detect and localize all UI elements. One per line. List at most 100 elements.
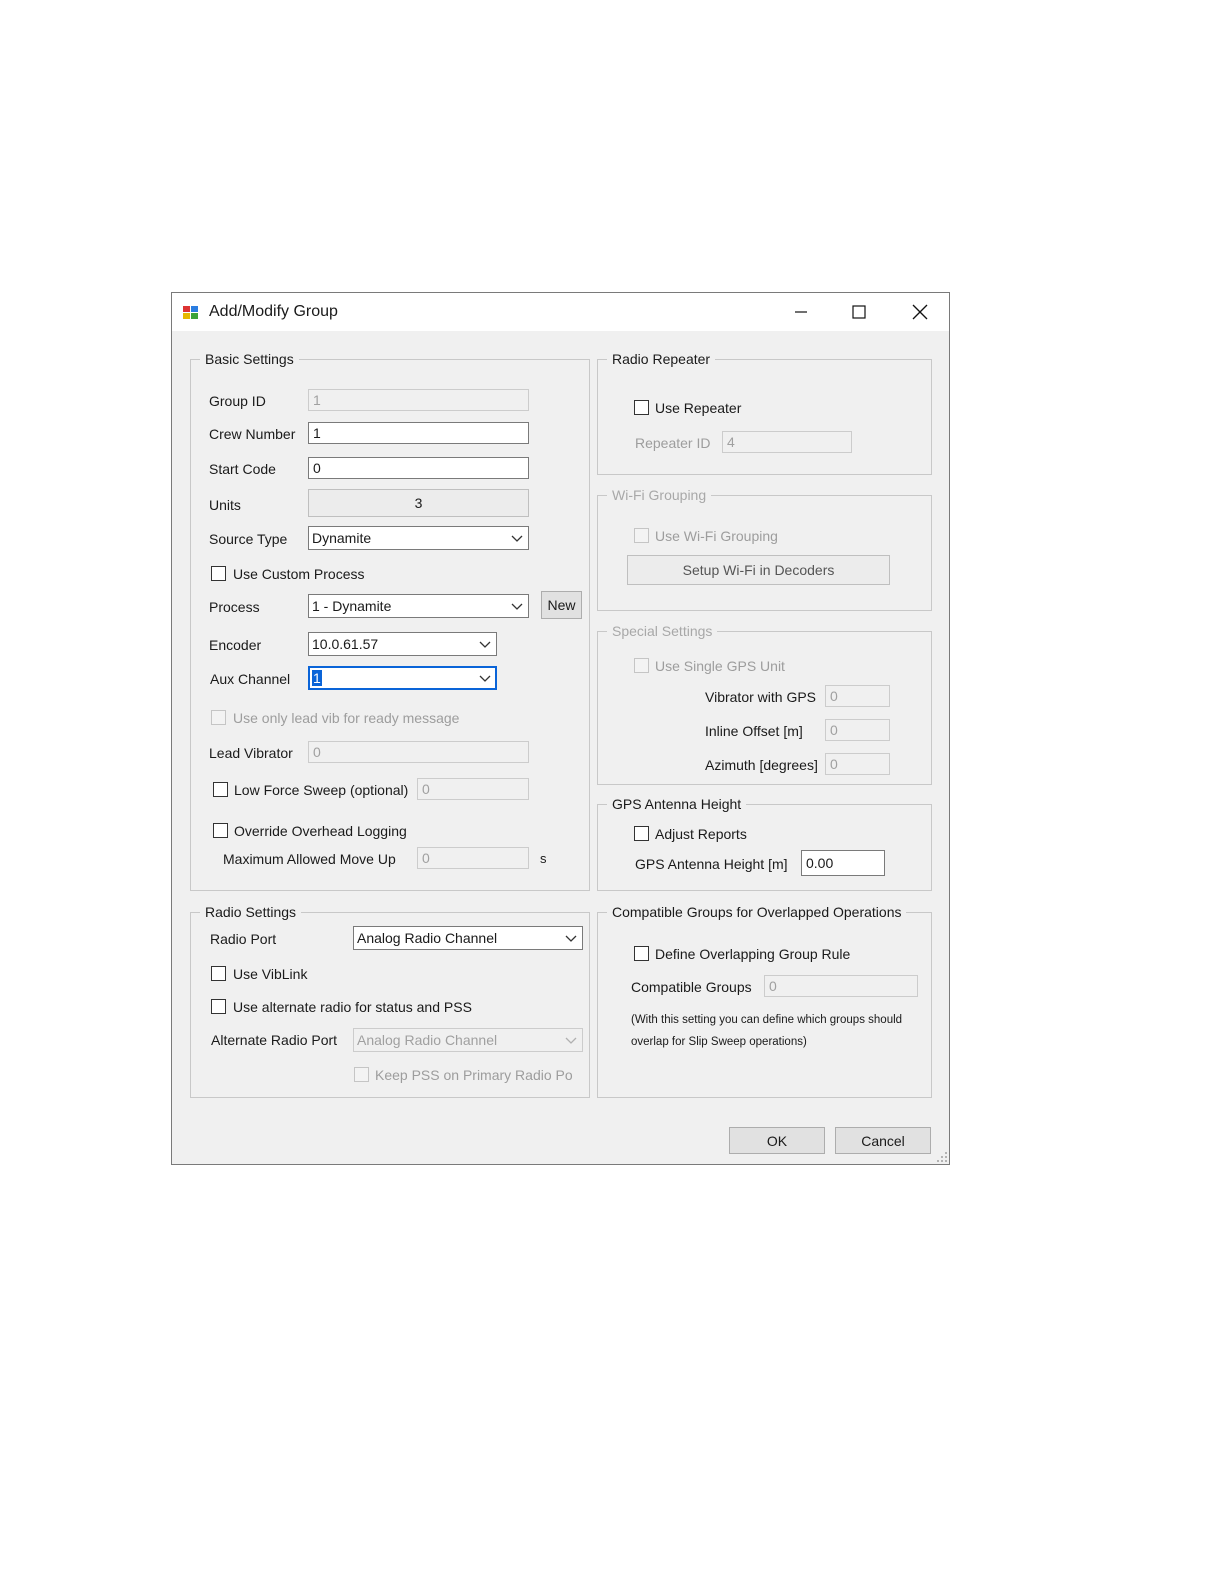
lead-vibrator-field[interactable]: 0 [308, 741, 529, 763]
repeater-id-label: Repeater ID [635, 435, 711, 451]
maximize-icon [852, 305, 866, 319]
chevron-down-icon [511, 603, 523, 610]
process-label: Process [209, 599, 260, 615]
special-settings-legend: Special Settings [612, 623, 713, 639]
compatible-groups-legend: Compatible Groups for Overlapped Operati… [612, 904, 902, 920]
radio-settings-legend: Radio Settings [205, 904, 297, 920]
title-bar: Add/Modify Group [172, 293, 949, 331]
use-repeater-checkbox[interactable] [634, 400, 649, 415]
use-alternate-radio-checkbox[interactable] [211, 999, 226, 1014]
source-type-label: Source Type [209, 531, 288, 547]
app-icon [183, 306, 198, 319]
chevron-down-icon [511, 535, 523, 542]
gps-antenna-legend: GPS Antenna Height [612, 796, 742, 812]
use-single-gps-label: Use Single GPS Unit [655, 658, 785, 674]
source-type-combo[interactable]: Dynamite [308, 526, 529, 550]
start-code-field[interactable]: 0 [308, 457, 529, 479]
gps-antenna-group: GPS Antenna Height [597, 796, 932, 891]
keep-pss-checkbox[interactable] [354, 1067, 369, 1082]
low-force-sweep-checkbox[interactable] [213, 782, 228, 797]
use-wifi-grouping-label: Use Wi-Fi Grouping [655, 528, 778, 544]
source-type-value: Dynamite [312, 530, 372, 546]
aux-channel-label: Aux Channel [210, 671, 291, 687]
use-single-gps-checkbox[interactable] [634, 658, 649, 673]
chevron-down-icon [479, 641, 491, 648]
close-button[interactable] [897, 295, 943, 329]
ok-button[interactable]: OK [729, 1127, 825, 1154]
process-value: 1 - Dynamite [312, 598, 392, 614]
radio-port-combo[interactable]: Analog Radio Channel [353, 926, 583, 950]
use-viblink-label: Use VibLink [233, 966, 308, 982]
alternate-radio-port-value: Analog Radio Channel [357, 1032, 498, 1048]
azimuth-field[interactable]: 0 [825, 753, 890, 775]
new-process-button[interactable]: New [541, 591, 582, 619]
adjust-reports-label: Adjust Reports [655, 826, 747, 842]
add-modify-group-dialog: Add/Modify Group Basic Settings Group ID… [171, 292, 950, 1165]
aux-channel-value: 1 [312, 670, 322, 686]
max-move-up-label: Maximum Allowed Move Up [223, 851, 396, 867]
use-custom-process-checkbox[interactable] [211, 566, 226, 581]
close-icon [912, 304, 928, 320]
adjust-reports-checkbox[interactable] [634, 826, 649, 841]
use-viblink-checkbox[interactable] [211, 966, 226, 981]
define-overlapping-rule-checkbox[interactable] [634, 946, 649, 961]
basic-settings-legend: Basic Settings [205, 351, 294, 367]
minimize-icon [795, 311, 807, 313]
radio-repeater-legend: Radio Repeater [612, 351, 711, 367]
encoder-value: 10.0.61.57 [312, 636, 379, 652]
use-lead-vib-checkbox[interactable] [211, 710, 226, 725]
low-force-sweep-label: Low Force Sweep (optional) [234, 782, 409, 798]
group-id-label: Group ID [209, 393, 266, 409]
inline-offset-field[interactable]: 0 [825, 719, 890, 741]
compatible-groups-label: Compatible Groups [631, 979, 752, 995]
group-id-field[interactable]: 1 [308, 389, 529, 411]
radio-port-label: Radio Port [210, 931, 277, 947]
vibrator-gps-field[interactable]: 0 [825, 685, 890, 707]
repeater-id-field[interactable]: 4 [722, 431, 852, 453]
alternate-radio-port-combo[interactable]: Analog Radio Channel [353, 1028, 583, 1052]
keep-pss-label: Keep PSS on Primary Radio Port [375, 1067, 573, 1083]
chevron-down-icon [479, 675, 491, 682]
use-repeater-label: Use Repeater [655, 400, 742, 416]
inline-offset-label: Inline Offset [m] [705, 723, 803, 739]
use-wifi-grouping-checkbox[interactable] [634, 528, 649, 543]
minimize-button[interactable] [778, 295, 824, 329]
aux-channel-combo[interactable]: 1 [308, 666, 497, 690]
chevron-down-icon [565, 935, 577, 942]
lead-vibrator-label: Lead Vibrator [209, 745, 293, 761]
use-custom-process-label: Use Custom Process [233, 566, 365, 582]
wifi-grouping-group: Wi-Fi Grouping [597, 487, 932, 611]
define-overlapping-rule-label: Define Overlapping Group Rule [655, 946, 851, 962]
max-move-up-field[interactable]: 0 [417, 847, 529, 869]
azimuth-label: Azimuth [degrees] [705, 757, 818, 773]
maximize-button[interactable] [836, 295, 882, 329]
encoder-label: Encoder [209, 637, 262, 653]
start-code-label: Start Code [209, 461, 276, 477]
max-move-up-unit: s [540, 851, 547, 866]
radio-port-value: Analog Radio Channel [357, 930, 498, 946]
use-alternate-radio-label: Use alternate radio for status and PSS [233, 999, 472, 1015]
cancel-button[interactable]: Cancel [835, 1127, 931, 1154]
crew-number-label: Crew Number [209, 426, 296, 442]
gps-antenna-height-field[interactable]: 0.00 [801, 850, 885, 876]
gps-antenna-height-label: GPS Antenna Height [m] [635, 856, 788, 872]
resize-grip-icon[interactable] [936, 1151, 948, 1163]
compatible-groups-note-line2: overlap for Slip Sweep operations) [631, 1036, 807, 1048]
override-overhead-label: Override Overhead Logging [234, 823, 407, 839]
encoder-combo[interactable]: 10.0.61.57 [308, 632, 497, 656]
compatible-groups-group: Compatible Groups for Overlapped Operati… [597, 904, 932, 1098]
compatible-groups-note-line1: (With this setting you can define which … [631, 1014, 903, 1026]
setup-wifi-button[interactable]: Setup Wi-Fi in Decoders [627, 555, 890, 585]
units-button[interactable]: 3 [308, 489, 529, 517]
chevron-down-icon [565, 1037, 577, 1044]
crew-number-field[interactable]: 1 [308, 422, 529, 444]
vibrator-gps-label: Vibrator with GPS [705, 689, 817, 705]
alternate-radio-port-label: Alternate Radio Port [211, 1032, 338, 1048]
wifi-grouping-legend: Wi-Fi Grouping [612, 487, 707, 503]
compatible-groups-field[interactable]: 0 [764, 975, 918, 997]
units-label: Units [209, 497, 241, 513]
use-lead-vib-label: Use only lead vib for ready message [233, 710, 460, 726]
process-combo[interactable]: 1 - Dynamite [308, 594, 529, 618]
override-overhead-checkbox[interactable] [213, 823, 228, 838]
low-force-sweep-field[interactable]: 0 [417, 778, 529, 800]
